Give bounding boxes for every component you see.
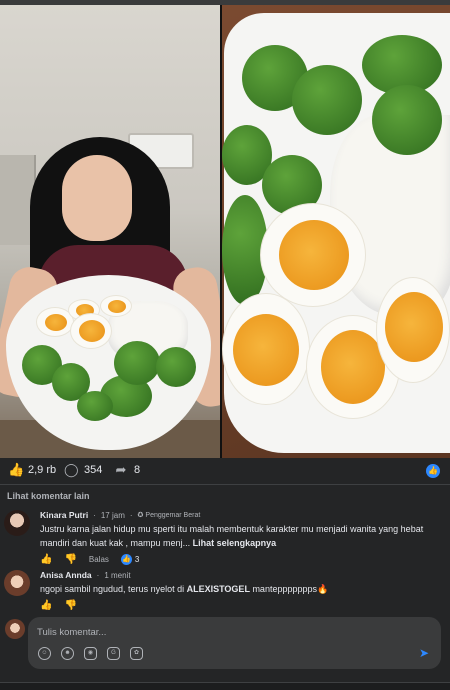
comment-like-icon[interactable]: 👍	[40, 600, 52, 611]
comment-input[interactable]	[37, 623, 417, 641]
comment-button[interactable]: ◯ 354	[64, 463, 102, 477]
comment-text-part: ngopi sambil ngudud, terus nyelot di	[40, 584, 187, 594]
view-more-comments-link[interactable]: Lihat komentar lain	[7, 491, 90, 501]
comment-reaction-summary[interactable]: 👍 3	[120, 554, 140, 565]
share-count: 8	[134, 464, 141, 476]
egg-half	[260, 203, 367, 307]
avatar[interactable]	[4, 510, 30, 536]
comment-text: Justru karna jalan hidup mu sperti itu m…	[40, 522, 440, 550]
avatar-sticker-icon[interactable]: ☺	[38, 647, 51, 660]
share-arrow-icon: ➦	[115, 462, 127, 477]
fan-badge-label: Penggemar Berat	[145, 511, 201, 519]
reply-button[interactable]: Balas	[89, 555, 109, 564]
fire-emoji: 🔥	[317, 584, 329, 594]
post-actions-bar: 👍 2,9 rb ◯ 354 ➦ 8 👍	[0, 459, 450, 483]
comment-author[interactable]: Kinara Putri	[40, 510, 88, 520]
comment-reaction-count: 3	[134, 555, 140, 564]
divider	[0, 484, 450, 485]
share-button[interactable]: ➦ 8	[114, 462, 141, 477]
egg-half	[100, 295, 132, 317]
comment-bubble-icon: ◯	[64, 462, 79, 477]
egg-half	[222, 293, 311, 405]
thumbs-up-reaction-icon: 👍	[120, 554, 132, 565]
thumbs-up-reaction-icon: 👍	[426, 464, 440, 478]
comment-count: 354	[84, 464, 103, 476]
broccoli-group	[22, 335, 202, 421]
gif-icon[interactable]: G	[107, 647, 120, 660]
comment-dislike-icon[interactable]: 👎	[64, 600, 76, 611]
sticker-icon[interactable]: ✿	[130, 647, 143, 660]
comment-like-icon[interactable]: 👍	[40, 554, 52, 565]
fan-badge-icon: ✪	[137, 512, 144, 519]
like-button[interactable]: 👍 2,9 rb	[8, 463, 56, 477]
comment-dislike-icon[interactable]: 👎	[64, 554, 76, 565]
thumbs-up-icon: 👍	[8, 462, 25, 477]
comment-text: ngopi sambil ngudud, terus nyelot di ALE…	[40, 582, 440, 596]
broccoli	[292, 65, 363, 135]
see-more-link[interactable]: Lihat selengkapnya	[193, 538, 277, 548]
post-photo-left[interactable]	[0, 5, 221, 458]
camera-icon[interactable]: ◉	[84, 647, 97, 660]
comment-brand-text: ALEXISTOGEL	[186, 584, 250, 594]
egg-half	[376, 277, 450, 383]
comment-time[interactable]: 1 menit	[104, 571, 130, 580]
comment-composer: ☺ ☻ ◉ G ✿ ➤	[28, 617, 441, 669]
comment-text-part: manteppppppps	[249, 584, 317, 594]
comment-author[interactable]: Anisa Annda	[40, 570, 92, 580]
send-icon[interactable]: ➤	[419, 647, 431, 659]
comment-time[interactable]: 17 jam	[101, 511, 125, 520]
composer-avatar	[5, 619, 25, 639]
reaction-count: 2,9 rb	[28, 464, 57, 476]
composer-tools: ☺ ☻ ◉ G ✿	[38, 647, 143, 660]
post-photo-right[interactable]	[222, 5, 450, 458]
bottom-bar	[0, 682, 450, 690]
emoji-icon[interactable]: ☻	[61, 647, 74, 660]
top-fan-badge: ✪ Penggemar Berat	[137, 511, 201, 520]
broccoli	[372, 85, 443, 155]
person-face	[62, 155, 132, 241]
avatar[interactable]	[4, 570, 30, 596]
post-media[interactable]	[0, 5, 450, 458]
